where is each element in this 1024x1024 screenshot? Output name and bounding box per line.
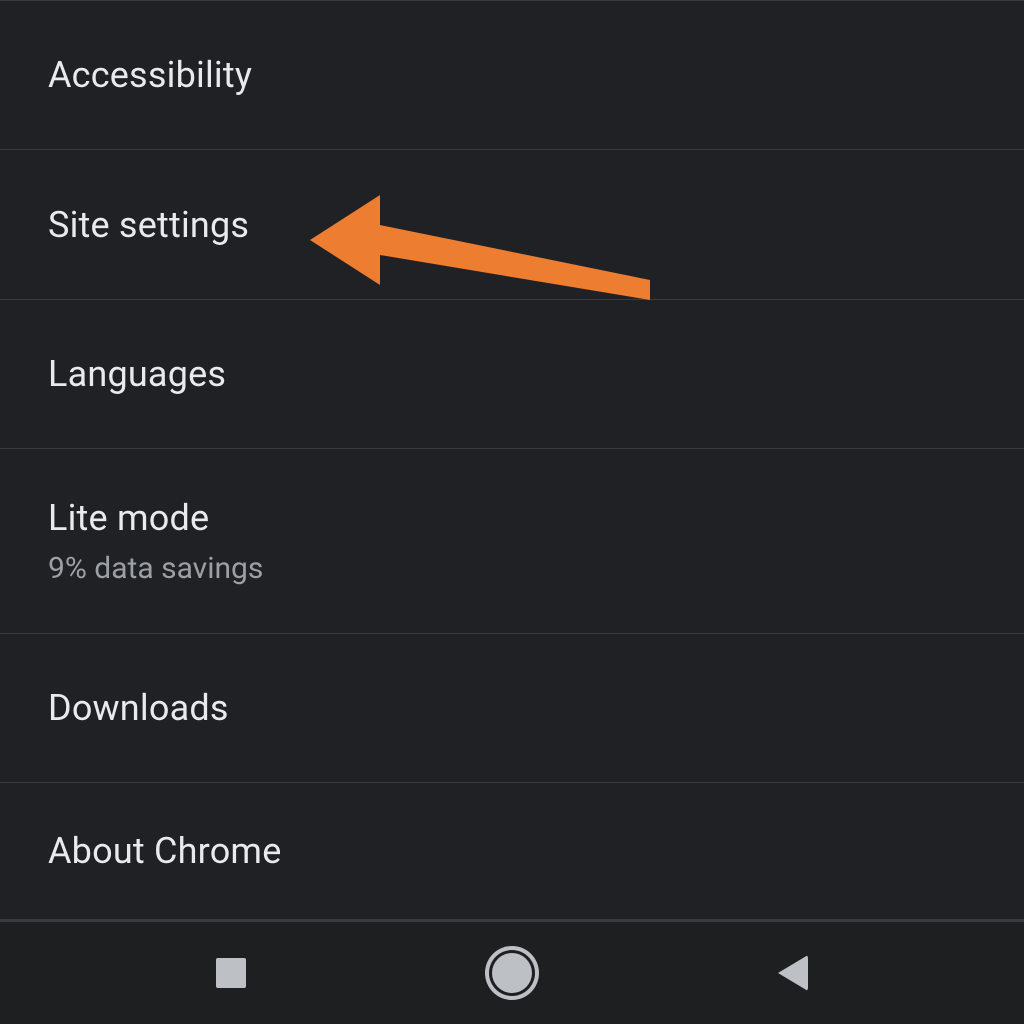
- list-item-site-settings[interactable]: Site settings: [0, 149, 1024, 298]
- list-item-label: Languages: [48, 353, 976, 395]
- list-item-label: Site settings: [48, 204, 976, 246]
- list-item-label: Lite mode: [48, 497, 976, 539]
- square-icon: [216, 958, 246, 988]
- list-item-downloads[interactable]: Downloads: [0, 633, 1024, 782]
- list-item-subtitle: 9% data savings: [48, 551, 976, 586]
- list-item-label: About Chrome: [48, 830, 976, 872]
- list-item-about-chrome[interactable]: About Chrome: [0, 782, 1024, 920]
- back-triangle-icon: [778, 955, 808, 991]
- android-nav-bar: [0, 920, 1024, 1024]
- list-item-languages[interactable]: Languages: [0, 299, 1024, 448]
- list-item-label: Accessibility: [48, 54, 976, 96]
- list-item-label: Downloads: [48, 687, 976, 729]
- list-item-accessibility[interactable]: Accessibility: [0, 0, 1024, 149]
- circle-icon: [492, 953, 532, 993]
- nav-back-button[interactable]: [743, 941, 843, 1005]
- settings-list: Accessibility Site settings Languages Li…: [0, 0, 1024, 920]
- nav-overview-button[interactable]: [181, 941, 281, 1005]
- nav-home-button[interactable]: [462, 941, 562, 1005]
- list-item-lite-mode[interactable]: Lite mode 9% data savings: [0, 448, 1024, 633]
